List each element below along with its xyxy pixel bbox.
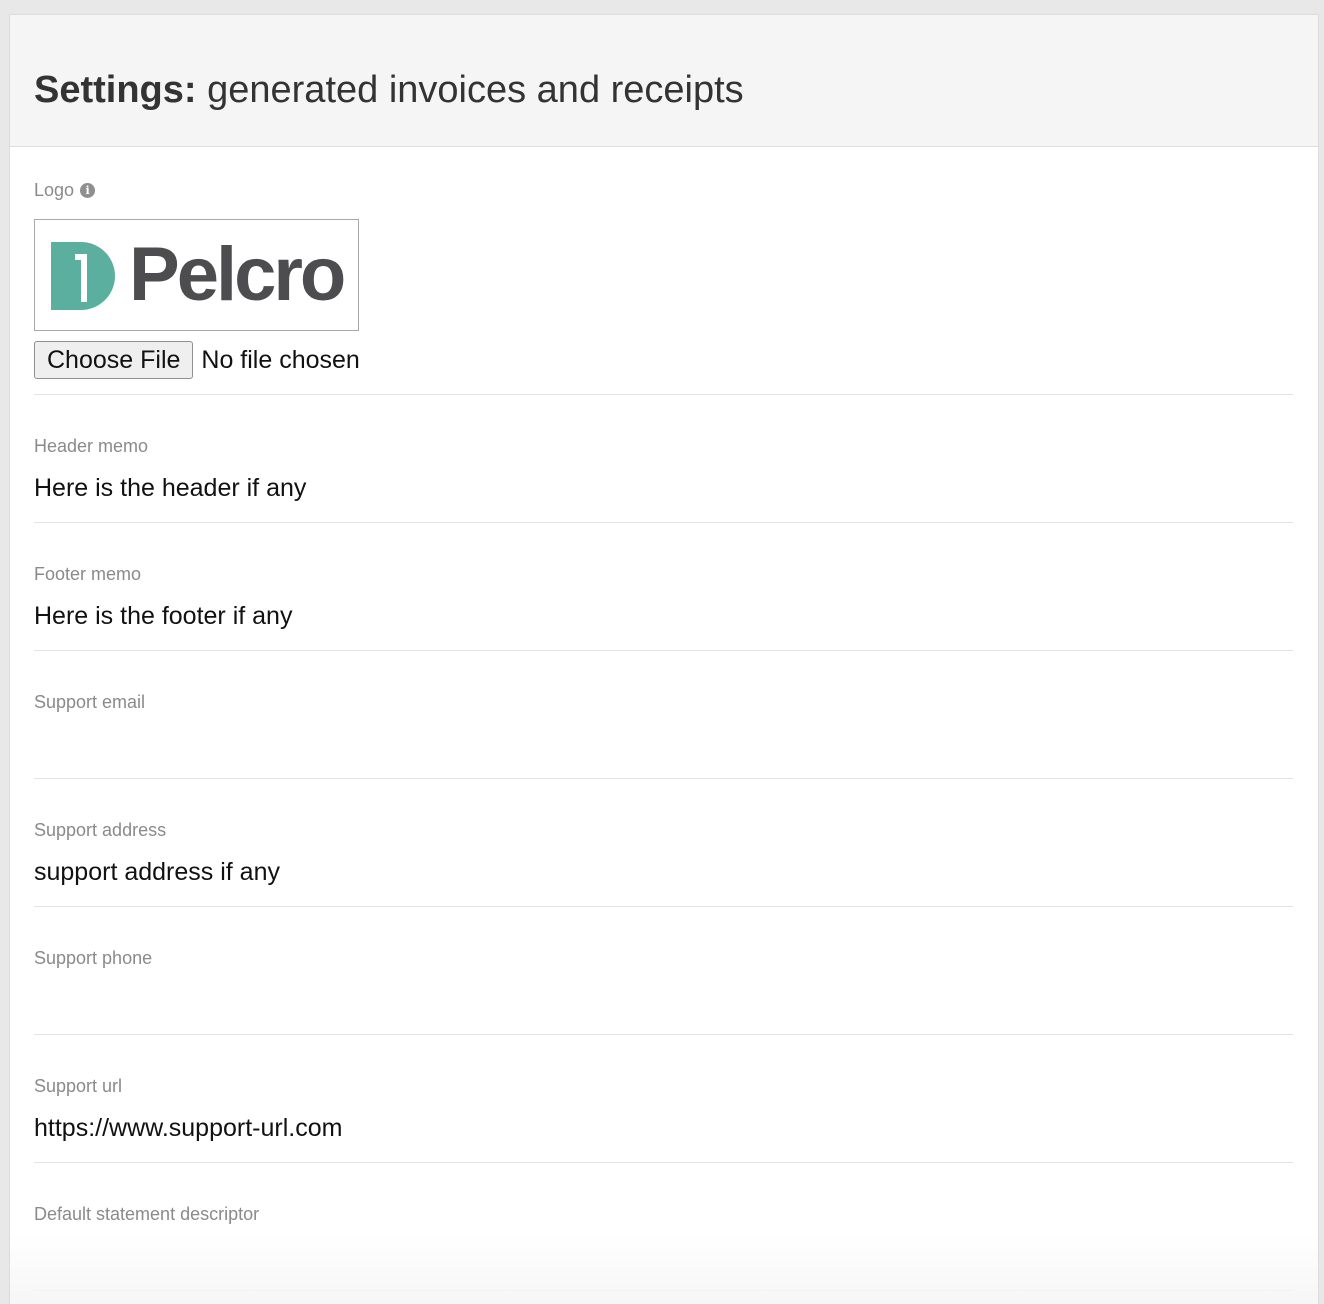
page-title-prefix: Settings: — [34, 69, 197, 111]
logo-preview: Pelcro — [34, 219, 359, 331]
info-circle-icon[interactable]: i — [80, 182, 96, 198]
footer-memo-input[interactable] — [34, 595, 1293, 637]
footer-memo-label: Footer memo — [34, 564, 142, 584]
file-upload: Choose File No file chosen — [34, 341, 360, 379]
support-address-field: Support address — [34, 779, 1293, 907]
file-status: No file chosen — [201, 345, 360, 374]
support-email-input[interactable] — [34, 723, 1293, 765]
pelcro-logo-wordmark: Pelcro — [129, 232, 346, 317]
statement-descriptor-label: Default statement descriptor — [34, 1204, 260, 1224]
logo-field: Logo i Pelcro Choose File No file chosen — [34, 147, 1293, 395]
support-address-label: Support address — [34, 820, 167, 840]
support-address-input[interactable] — [34, 851, 1293, 893]
page-title-text: generated invoices and receipts — [196, 69, 744, 111]
support-phone-field: Support phone — [34, 907, 1293, 1035]
support-phone-label: Support phone — [34, 948, 153, 968]
support-email-label: Support email — [34, 692, 146, 712]
header-memo-field: Header memo — [34, 395, 1293, 523]
settings-form: Logo i Pelcro Choose File No file chosen… — [10, 147, 1318, 1291]
support-email-field: Support email — [34, 651, 1293, 779]
footer-memo-field: Footer memo — [34, 523, 1293, 651]
header-memo-input[interactable] — [34, 467, 1293, 509]
pelcro-logo-mark-icon — [50, 242, 115, 310]
statement-descriptor-input[interactable] — [34, 1235, 1293, 1277]
support-url-label: Support url — [34, 1076, 123, 1096]
statement-descriptor-field: Default statement descriptor — [34, 1163, 1293, 1291]
support-phone-input[interactable] — [34, 979, 1293, 1021]
support-url-field: Support url — [34, 1035, 1293, 1163]
choose-file-button[interactable]: Choose File — [34, 341, 194, 379]
header-memo-label: Header memo — [34, 436, 149, 456]
page-title: Settings: generated invoices and receipt… — [34, 67, 744, 113]
panel-header: Settings: generated invoices and receipt… — [10, 15, 1318, 147]
settings-panel: Settings: generated invoices and receipt… — [9, 14, 1319, 1304]
logo-label: Logo i — [34, 179, 96, 201]
support-url-input[interactable] — [34, 1107, 1293, 1149]
logo-label-text: Logo — [34, 180, 75, 200]
